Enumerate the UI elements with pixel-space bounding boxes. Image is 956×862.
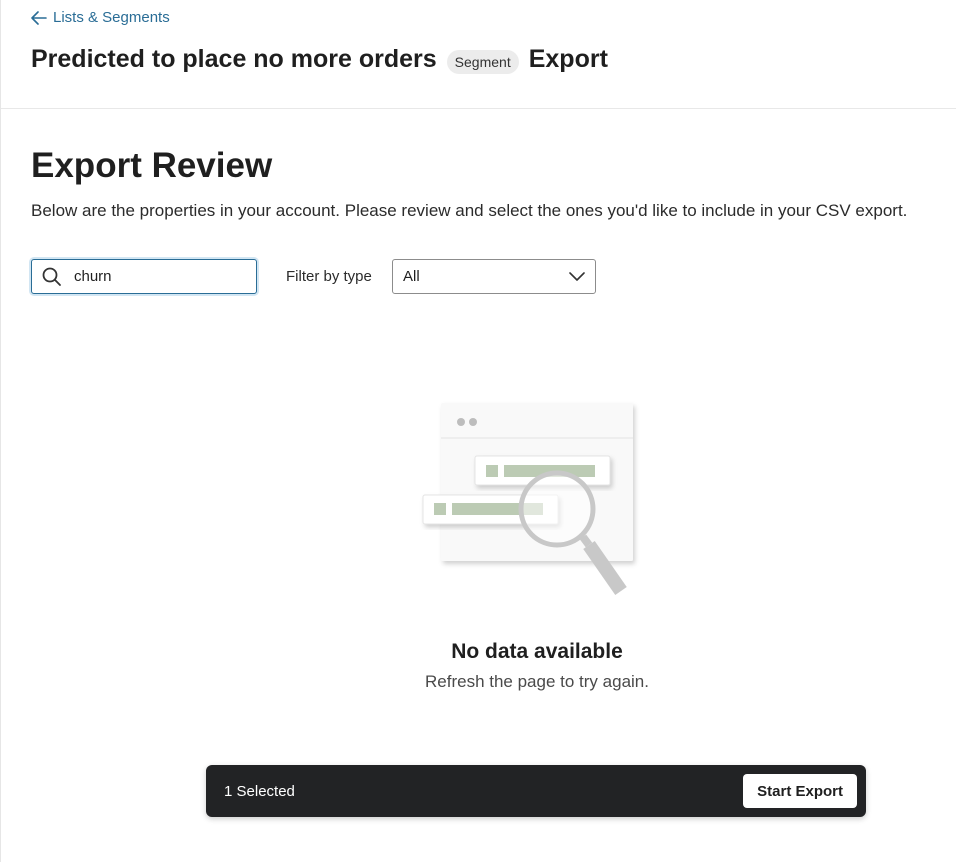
- back-link[interactable]: Lists & Segments: [31, 9, 170, 26]
- empty-state-subtitle: Refresh the page to try again.: [425, 672, 649, 691]
- empty-state-title: No data available: [451, 640, 623, 663]
- search-input[interactable]: [72, 267, 236, 286]
- section-title: Export Review: [31, 146, 273, 185]
- search-field[interactable]: [31, 259, 257, 294]
- filter-selected-value: All: [403, 268, 420, 285]
- page-title-suffix: Export: [528, 44, 608, 73]
- chevron-down-icon: [569, 271, 585, 281]
- filter-type-select[interactable]: All: [392, 259, 596, 294]
- page: Lists & Segments Predicted to place no m…: [0, 0, 956, 862]
- start-export-button[interactable]: Start Export: [743, 774, 857, 808]
- search-icon: [42, 267, 61, 286]
- empty-state-illustration: [422, 403, 633, 595]
- selection-action-bar: 1 Selected Start Export: [206, 765, 866, 817]
- page-header: Lists & Segments Predicted to place no m…: [1, 0, 956, 109]
- section-description: Below are the properties in your account…: [31, 201, 908, 220]
- selected-count: 1 Selected: [224, 782, 295, 800]
- page-title: Predicted to place no more orders: [31, 44, 437, 73]
- arrow-left-icon: [31, 10, 47, 25]
- filter-label: Filter by type: [286, 268, 372, 285]
- back-link-label: Lists & Segments: [53, 9, 170, 26]
- segment-badge: Segment: [446, 50, 519, 74]
- page-title-row: Predicted to place no more orders Segmen…: [31, 44, 608, 74]
